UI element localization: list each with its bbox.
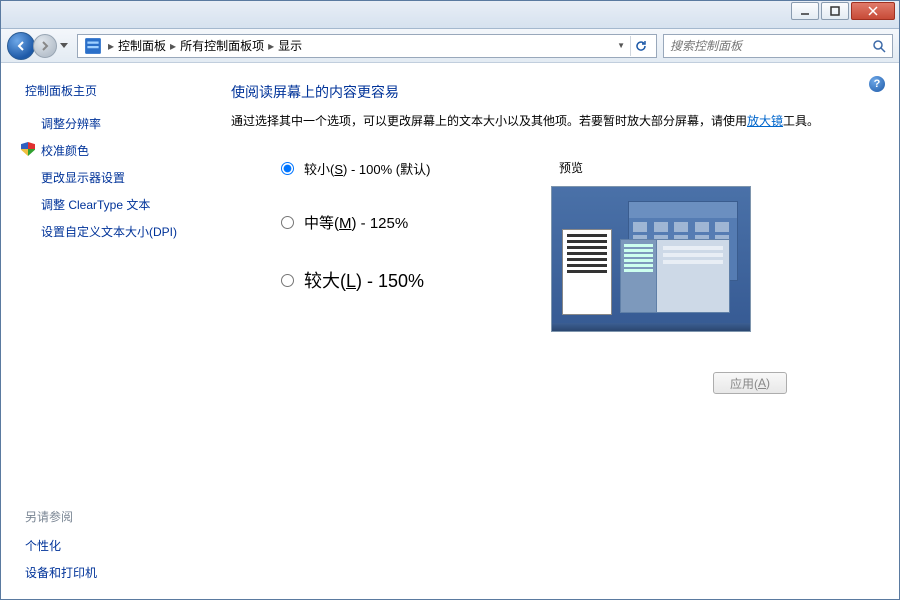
back-button[interactable]	[7, 32, 35, 60]
sidebar-home-link[interactable]: 控制面板主页	[25, 82, 195, 99]
address-dropdown[interactable]: ▼	[614, 41, 628, 50]
radio-large[interactable]	[281, 274, 294, 287]
option-small-label: 较小(S) - 100% (默认)	[304, 159, 430, 178]
forward-button[interactable]	[33, 34, 57, 58]
sidebar-link-calibrate[interactable]: 校准颜色	[41, 142, 195, 159]
maximize-button[interactable]	[821, 2, 849, 20]
breadcrumb-seg[interactable]: 控制面板	[118, 37, 166, 54]
address-bar[interactable]: ▸ 控制面板 ▸ 所有控制面板项 ▸ 显示 ▼	[77, 34, 657, 58]
control-panel-icon	[84, 37, 102, 55]
sidebar-link-resolution[interactable]: 调整分辨率	[41, 115, 195, 132]
option-medium-label: 中等(M) - 125%	[304, 212, 408, 233]
search-input[interactable]	[670, 39, 870, 53]
apply-button: 应用(A)	[713, 372, 787, 394]
option-large-label: 较大(L) - 150%	[304, 267, 424, 293]
help-icon[interactable]: ?	[869, 76, 885, 92]
nav-history-dropdown[interactable]	[57, 37, 71, 55]
breadcrumb: ▸ 控制面板 ▸ 所有控制面板项 ▸ 显示	[106, 37, 614, 54]
close-button[interactable]	[851, 2, 895, 20]
sidebar-link-dpi[interactable]: 设置自定义文本大小(DPI)	[41, 223, 195, 240]
refresh-button[interactable]	[630, 36, 650, 56]
see-also-header: 另请参阅	[25, 508, 195, 525]
search-box[interactable]	[663, 34, 893, 58]
chevron-right-icon: ▸	[268, 39, 274, 53]
titlebar	[1, 1, 899, 29]
radio-medium[interactable]	[281, 216, 294, 229]
radio-small[interactable]	[281, 162, 294, 175]
chevron-right-icon: ▸	[108, 39, 114, 53]
window: ▸ 控制面板 ▸ 所有控制面板项 ▸ 显示 ▼ 控制面板主页	[0, 0, 900, 600]
search-icon[interactable]	[870, 39, 888, 53]
magnifier-link[interactable]: 放大镜	[747, 114, 783, 128]
see-also-personalization[interactable]: 个性化	[25, 537, 195, 554]
option-small[interactable]: 较小(S) - 100% (默认)	[281, 159, 491, 178]
option-medium[interactable]: 中等(M) - 125%	[281, 212, 491, 233]
preview-column: 预览	[551, 159, 871, 332]
breadcrumb-seg[interactable]: 所有控制面板项	[180, 37, 264, 54]
content: 控制面板主页 调整分辨率 校准颜色 更改显示器设置 调整 ClearType 文…	[1, 63, 899, 599]
page-description: 通过选择其中一个选项，可以更改屏幕上的文本大小以及其他项。若要暂时放大部分屏幕，…	[231, 112, 871, 131]
navigation-bar: ▸ 控制面板 ▸ 所有控制面板项 ▸ 显示 ▼	[1, 29, 899, 63]
size-options: 较小(S) - 100% (默认) 中等(M) - 125% 较大(L) - 1…	[231, 159, 491, 332]
sidebar-link-cleartype[interactable]: 调整 ClearType 文本	[41, 196, 195, 213]
chevron-right-icon: ▸	[170, 39, 176, 53]
option-large[interactable]: 较大(L) - 150%	[281, 267, 491, 293]
main-panel: ? 使阅读屏幕上的内容更容易 通过选择其中一个选项，可以更改屏幕上的文本大小以及…	[207, 64, 899, 599]
breadcrumb-seg[interactable]: 显示	[278, 37, 302, 54]
page-title: 使阅读屏幕上的内容更容易	[231, 82, 871, 102]
see-also-devices[interactable]: 设备和打印机	[25, 564, 195, 581]
minimize-button[interactable]	[791, 2, 819, 20]
preview-label: 预览	[551, 159, 871, 176]
sidebar: 控制面板主页 调整分辨率 校准颜色 更改显示器设置 调整 ClearType 文…	[1, 64, 207, 599]
preview-image	[551, 186, 751, 332]
sidebar-link-display-settings[interactable]: 更改显示器设置	[41, 169, 195, 186]
